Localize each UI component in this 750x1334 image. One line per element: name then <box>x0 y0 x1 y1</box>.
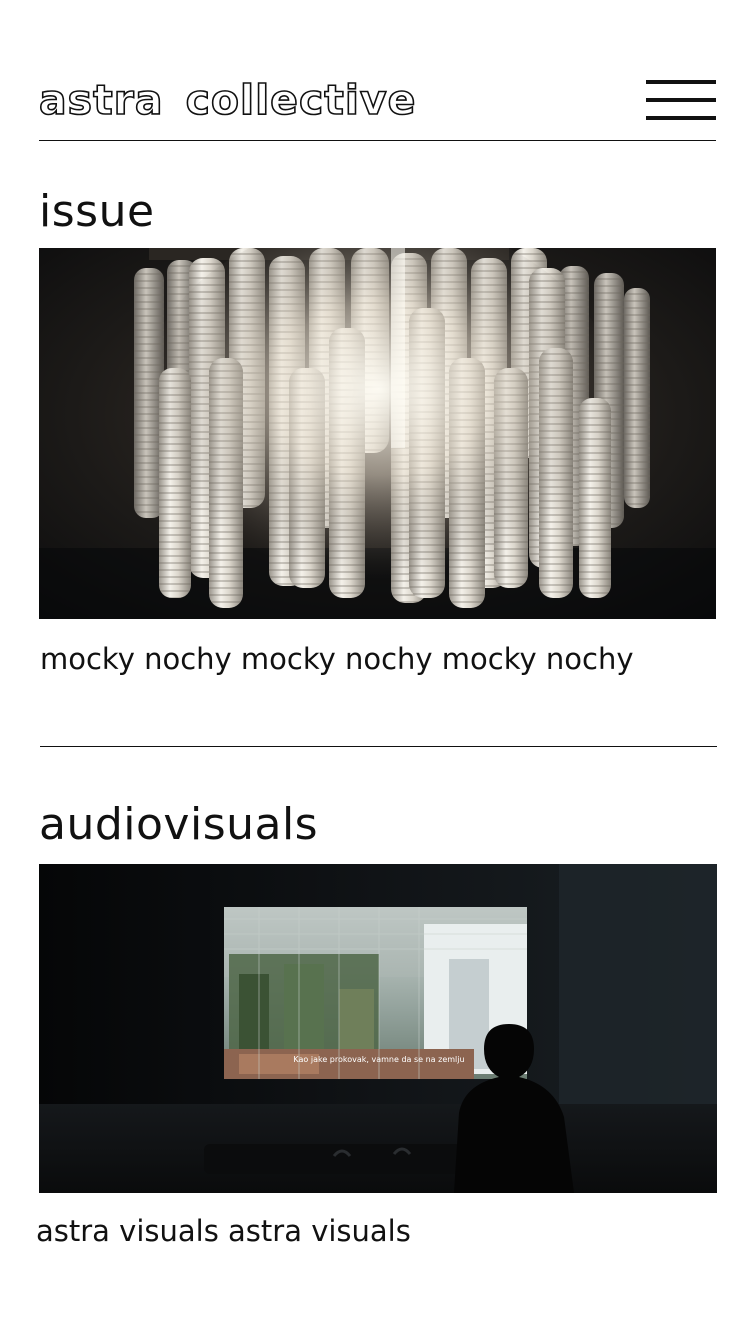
issue-image[interactable] <box>39 248 716 619</box>
audiovisuals-caption-link[interactable]: astra visuals astra visuals <box>36 1212 717 1250</box>
issue-section: issue mocky nochy mocky nochy mocky noch… <box>39 184 717 678</box>
chandelier-photo <box>39 248 716 619</box>
menu-bar-middle <box>646 98 716 102</box>
site-logo[interactable]: astra collective <box>38 74 417 126</box>
screen-subtitle: Kao jake prokovak, vamne da se na zemlju <box>293 1055 464 1064</box>
page: astra collective issue mocky nochy mocky… <box>0 0 750 1334</box>
screening-room-photo: Kao jake prokovak, vamne da se na zemlju <box>39 864 717 1193</box>
section-title-issue: issue <box>39 186 155 237</box>
section-divider <box>40 746 717 747</box>
menu-bar-top <box>646 80 716 84</box>
site-header: astra collective <box>38 70 716 141</box>
hamburger-menu-icon[interactable] <box>646 80 716 120</box>
logo-word-astra: astra <box>38 75 164 125</box>
section-title-audiovisuals: audiovisuals <box>39 799 319 850</box>
issue-caption-link[interactable]: mocky nochy mocky nochy mocky nochy <box>40 640 717 678</box>
logo-word-collective: collective <box>185 75 417 125</box>
header-divider <box>39 140 716 141</box>
menu-bar-bottom <box>646 116 716 120</box>
audiovisuals-image[interactable]: Kao jake prokovak, vamne da se na zemlju <box>39 864 717 1193</box>
audiovisuals-section: audiovisuals Kao jake prokovak, vamne da… <box>36 797 717 1250</box>
